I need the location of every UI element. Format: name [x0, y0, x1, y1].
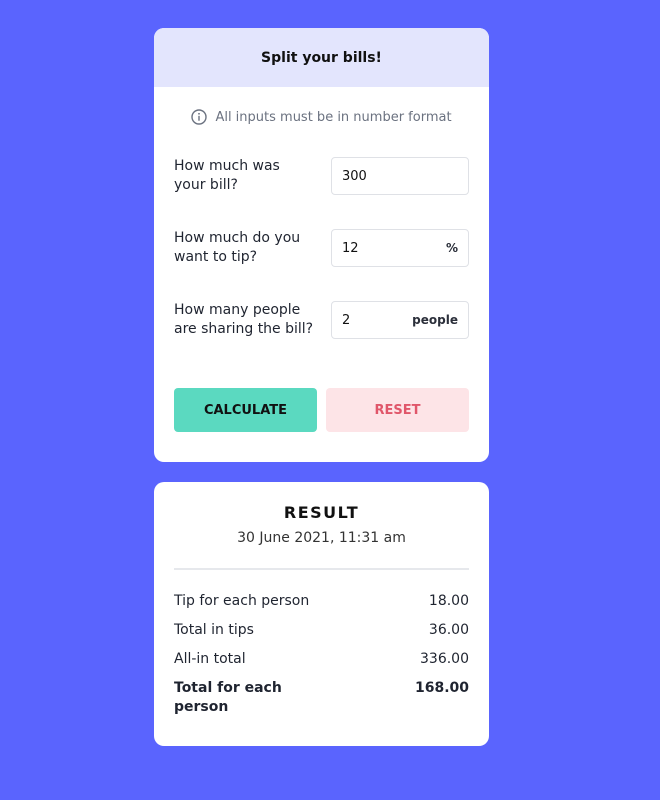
bill-amount-label: How much was your bill?: [174, 158, 280, 193]
people-count-input[interactable]: [342, 312, 413, 328]
total-per-person-label: Total for each person: [174, 680, 282, 715]
calculate-button[interactable]: CALCULATE: [174, 388, 317, 432]
form-title: Split your bills!: [154, 28, 489, 87]
result-date: 30 June 2021, 11:31 am: [237, 530, 406, 546]
result-divider: [174, 568, 469, 570]
bill-form-card: Split your bills! All inputs must be in …: [154, 28, 489, 462]
tip-per-person-value: 18.00: [428, 593, 469, 609]
form-actions: CALCULATE RESET: [174, 388, 469, 432]
tip-per-person-row: Tip for each person 18.00: [174, 592, 469, 611]
bill-amount-field[interactable]: [331, 157, 469, 195]
info-icon: [191, 109, 208, 125]
total-tips-value: 36.00: [428, 622, 469, 638]
total-per-person-row: Total for each person 168.00: [174, 679, 469, 717]
hint-text: All inputs must be in number format: [215, 109, 452, 125]
reset-button[interactable]: RESET: [326, 388, 469, 432]
tip-percent-row: How much do you want to tip? %: [174, 229, 469, 267]
result-title: RESULT: [283, 503, 360, 522]
tip-percent-input[interactable]: [342, 240, 446, 256]
tip-per-person-label: Tip for each person: [174, 593, 310, 609]
bill-amount-row: How much was your bill?: [174, 157, 469, 195]
people-suffix: people: [412, 313, 458, 327]
percent-suffix: %: [445, 241, 458, 255]
total-tips-row: Total in tips 36.00: [174, 621, 469, 640]
result-list: Tip for each person 18.00 Total in tips …: [154, 592, 489, 717]
tip-percent-label: How much do you want to tip?: [174, 230, 301, 265]
all-in-total-label: All-in total: [174, 651, 246, 667]
tip-percent-field[interactable]: %: [331, 229, 469, 267]
total-per-person-value: 168.00: [414, 680, 469, 696]
people-count-field[interactable]: people: [331, 301, 469, 339]
people-count-row: How many people are sharing the bill? pe…: [174, 301, 469, 339]
all-in-total-value: 336.00: [420, 651, 469, 667]
result-card: RESULT 30 June 2021, 11:31 am Tip for ea…: [154, 482, 489, 746]
all-in-total-row: All-in total 336.00: [174, 650, 469, 669]
people-count-label: How many people are sharing the bill?: [174, 302, 314, 337]
bill-amount-input[interactable]: [342, 168, 458, 184]
total-tips-label: Total in tips: [174, 622, 254, 638]
input-hint: All inputs must be in number format: [154, 108, 489, 126]
